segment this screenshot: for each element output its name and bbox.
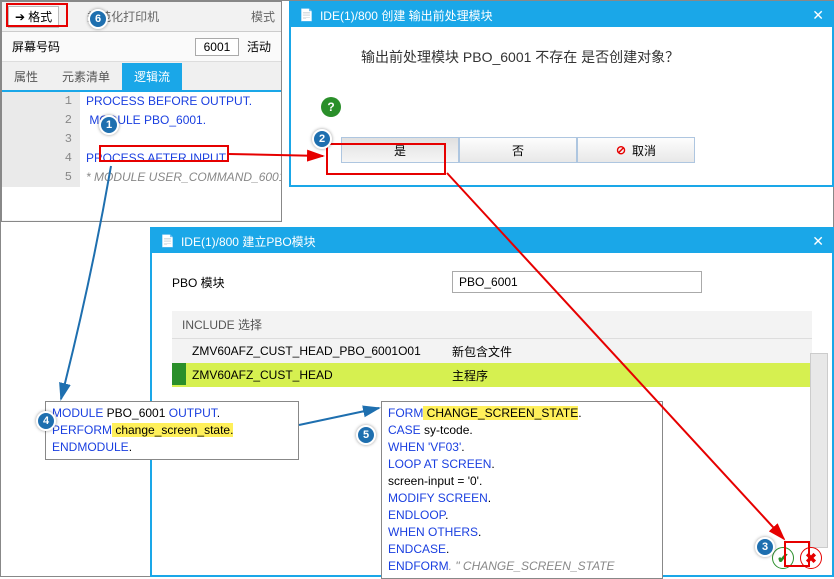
no-button[interactable]: 否 (459, 137, 577, 163)
dialog1-message: 输出前处理模块 PBO_6001 不存在 是否创建对象？ (361, 47, 802, 67)
dialog2-title: IDE(1)/800 建立PBO模块 (181, 233, 316, 250)
code-snippet-module: MODULE PBO_6001 OUTPUT. PERFORM change_s… (45, 401, 299, 460)
question-icon: ? (321, 97, 341, 117)
highlight-yes-btn (326, 143, 446, 175)
pbo-module-input[interactable] (452, 271, 702, 293)
toolbar-text-mode: 模式 (251, 8, 275, 25)
scrollbar[interactable] (810, 353, 828, 548)
highlight-module-line (99, 145, 229, 162)
dialog2-title-bar: 📄 IDE(1)/800 建立PBO模块 ✕ (152, 229, 832, 253)
include-row-1[interactable]: ZMV60AFZ_CUST_HEAD_PBO_6001O01 新包含文件 (172, 339, 812, 363)
code-snippet-form: FORM CHANGE_SCREEN_STATE. CASE sy-tcode.… (381, 401, 663, 579)
cancel-button[interactable]: ⊘取消 (577, 137, 695, 163)
badge-5: 5 (356, 425, 376, 445)
badge-1: 1 (99, 115, 119, 135)
tab-attributes[interactable]: 属性 (2, 63, 50, 90)
highlight-confirm-icon (784, 541, 810, 567)
selection-marker (172, 363, 186, 385)
screen-number-row: 屏幕号码 活动 (2, 32, 281, 62)
tab-element-list[interactable]: 元素清单 (50, 63, 122, 90)
active-label: 活动 (247, 38, 271, 55)
badge-4: 4 (36, 411, 56, 431)
screen-number-input[interactable] (195, 38, 239, 56)
badge-3: 3 (755, 537, 775, 557)
close-icon[interactable]: ✕ (812, 233, 824, 250)
gutter: 12345 (2, 92, 80, 187)
tabs: 属性 元素清单 逻辑流 (2, 62, 281, 92)
pbo-module-label: PBO 模块 (172, 274, 432, 291)
badge-2: 2 (312, 129, 332, 149)
screen-painter-panel: ➔格式 规范化打印机 模式 屏幕号码 活动 属性 元素清单 逻辑流 12345 … (1, 1, 282, 222)
screen-number-label: 屏幕号码 (12, 38, 60, 55)
dialog-icon: 📄 (160, 234, 175, 248)
tab-flow-logic[interactable]: 逻辑流 (122, 63, 182, 90)
include-row-2[interactable]: ZMV60AFZ_CUST_HEAD 主程序 (172, 363, 812, 387)
close-icon[interactable]: ✕ (812, 7, 824, 24)
dialog-icon: 📄 (299, 8, 314, 22)
include-section-header: INCLUDE 选择 (172, 311, 812, 339)
dialog1-title-bar: 📄 IDE(1)/800 创建 输出前处理模块 ✕ (291, 3, 832, 27)
code-lines: PROCESS BEFORE OUTPUT. MODULE PBO_6001. … (80, 92, 281, 187)
highlight-format-btn (6, 3, 68, 27)
dialog1-title: IDE(1)/800 创建 输出前处理模块 (320, 7, 493, 24)
badge-6: 6 (88, 9, 108, 29)
